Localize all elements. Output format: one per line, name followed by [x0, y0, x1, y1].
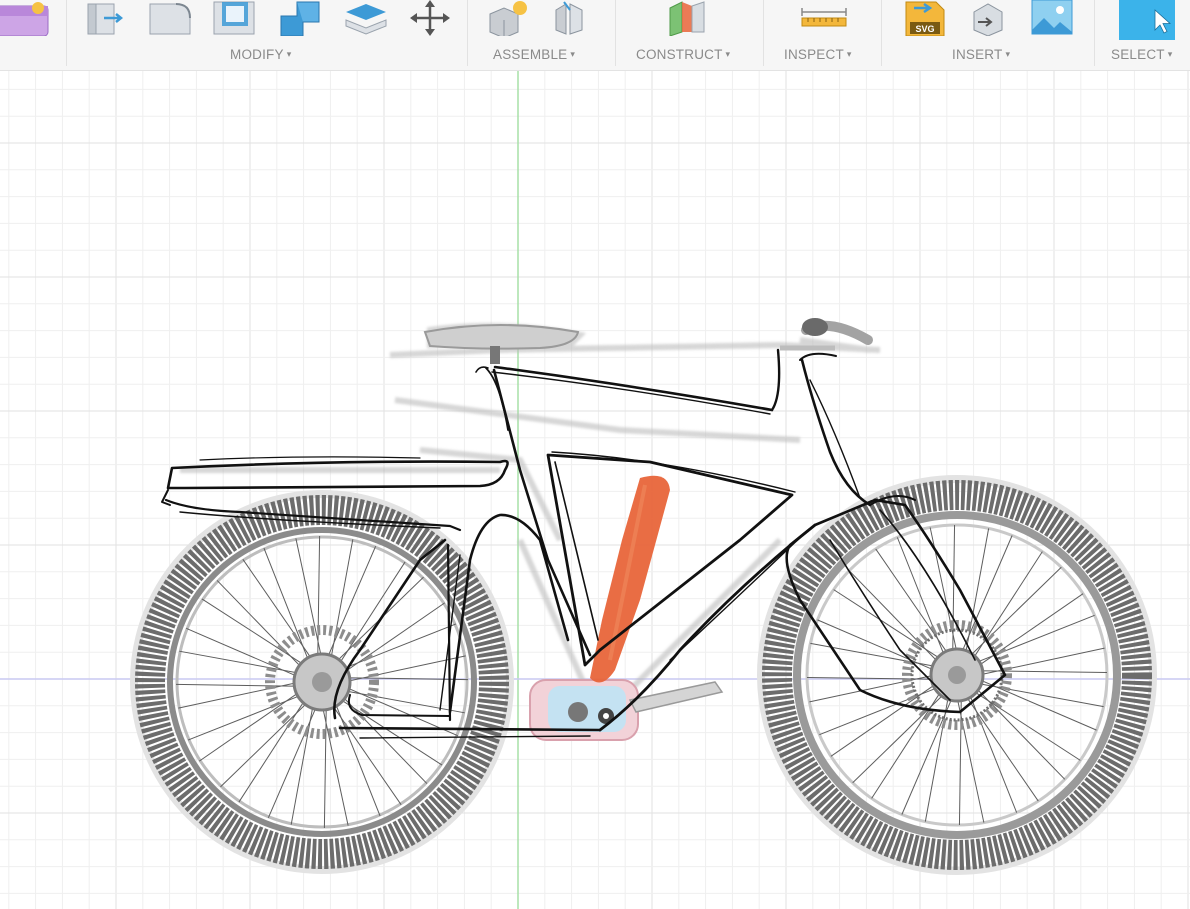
chevron-down-icon: ▾ [286, 49, 292, 59]
chevron-down-icon: ▾ [846, 49, 852, 59]
canvas-image-button[interactable] [1028, 0, 1076, 36]
svg-badge: SVG [915, 24, 934, 34]
saddle[interactable] [423, 324, 580, 364]
fillet-icon [146, 0, 194, 36]
chevron-down-icon: ▾ [1167, 49, 1173, 59]
spoke [337, 561, 406, 667]
shell-button[interactable] [210, 0, 258, 36]
press-pull-button[interactable] [82, 0, 130, 36]
spoke [238, 697, 307, 803]
bike-sketch-canvas[interactable] [0, 71, 1190, 909]
offset-face-icon [342, 0, 390, 36]
spoke [199, 690, 302, 762]
assemble-group: ASSEMBLE ▾ [468, 0, 613, 70]
inspect-group: INSPECT ▾ [764, 0, 880, 70]
create-sketch-tool[interactable] [0, 0, 50, 36]
construct-group: CONSTRUCT ▾ [616, 0, 762, 70]
offset-plane-button[interactable] [664, 0, 712, 36]
spoke [290, 702, 315, 825]
inspect-menu[interactable]: INSPECT ▾ [784, 46, 852, 64]
design-viewport[interactable] [0, 71, 1190, 909]
spoke [337, 697, 443, 766]
fillet-button[interactable] [146, 0, 194, 36]
insert-mesh-icon [964, 0, 1012, 36]
insert-label: INSERT [952, 47, 1003, 62]
canvas-image-icon [1028, 0, 1076, 36]
shell-icon [210, 0, 258, 36]
spoke [978, 670, 1107, 674]
modify-menu[interactable]: MODIFY ▾ [230, 46, 291, 64]
modify-group: MODIFY ▾ [70, 0, 465, 70]
measure-icon [800, 0, 848, 36]
press-pull-icon [82, 0, 130, 36]
select-menu[interactable]: SELECT ▾ [1111, 46, 1172, 64]
select-label: SELECT [1111, 47, 1165, 62]
new-component-button[interactable] [486, 0, 534, 36]
select-arrow-icon [1117, 0, 1177, 40]
spoke [833, 589, 942, 660]
modify-label: MODIFY [230, 47, 284, 62]
offset-face-button[interactable] [342, 0, 390, 36]
combine-button[interactable] [275, 0, 323, 36]
battery-highlight[interactable] [590, 475, 670, 683]
insert-svg-button[interactable]: SVG [900, 0, 948, 36]
chevron-down-icon: ▾ [725, 49, 731, 59]
measure-button[interactable] [800, 0, 848, 36]
new-component-icon [486, 0, 534, 36]
joint-button[interactable] [550, 0, 598, 36]
purple-sparkle-box-icon [0, 0, 50, 36]
spoke [342, 602, 445, 674]
front-wheel[interactable] [757, 475, 1157, 875]
assemble-menu[interactable]: ASSEMBLE ▾ [493, 46, 575, 64]
insert-menu[interactable]: INSERT ▾ [952, 46, 1010, 64]
select-group: SELECT ▾ [1095, 0, 1190, 70]
insert-svg-icon: SVG [900, 0, 948, 36]
joint-icon [550, 0, 598, 36]
group-separator [66, 0, 67, 66]
chevron-down-icon: ▾ [1005, 49, 1011, 59]
combine-icon [275, 0, 323, 36]
spoke [179, 650, 302, 675]
construct-menu[interactable]: CONSTRUCT ▾ [636, 46, 730, 64]
spoke [972, 551, 1043, 660]
offset-plane-icon [664, 0, 712, 36]
spoke [972, 690, 1081, 761]
insert-mesh-button[interactable] [964, 0, 1012, 36]
insert-group: SVG INSERT ▾ [882, 0, 1090, 70]
chevron-down-icon: ▾ [570, 49, 576, 59]
spoke [201, 598, 307, 667]
spoke [330, 702, 402, 805]
construct-label: CONSTRUCT [636, 47, 723, 62]
move-icon [406, 0, 454, 36]
move-button[interactable] [406, 0, 454, 36]
toolbar: MODIFY ▾ ASSEMBLE ▾ CONSTRUCT ▾ INSPECT … [0, 0, 1190, 71]
select-button[interactable] [1117, 0, 1177, 40]
inspect-label: INSPECT [784, 47, 844, 62]
assemble-label: ASSEMBLE [493, 47, 568, 62]
